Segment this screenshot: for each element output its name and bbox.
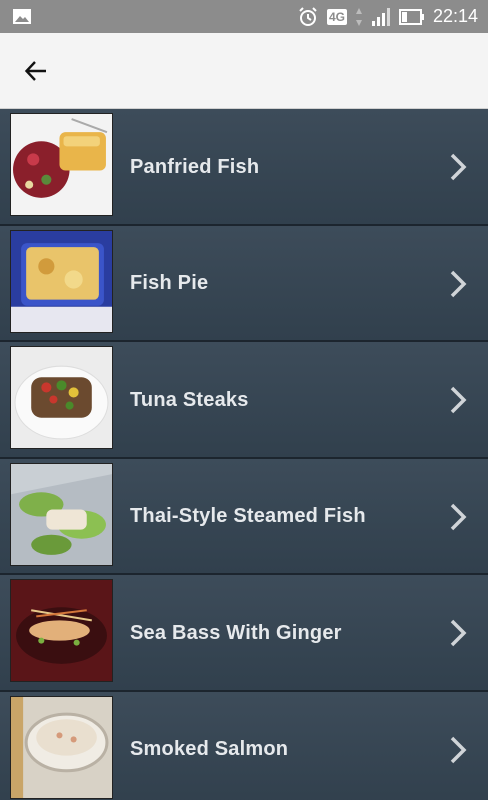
alarm-icon bbox=[299, 6, 317, 26]
recipe-list-item[interactable]: Thai-Style Steamed Fish bbox=[0, 458, 488, 575]
data-arrows-icon bbox=[355, 7, 362, 26]
chevron-right-icon bbox=[450, 270, 467, 297]
recipe-title: Sea Bass With Ginger bbox=[130, 621, 342, 644]
recipe-thumbnail bbox=[10, 695, 113, 799]
recipe-title: Fish Pie bbox=[130, 272, 209, 294]
chevron-right-icon bbox=[450, 619, 467, 647]
clock: 22:14 bbox=[432, 6, 478, 26]
network-type-badge: 4G bbox=[326, 8, 347, 25]
battery-icon bbox=[398, 8, 424, 25]
recipe-title: Panfried Fish bbox=[130, 155, 260, 178]
signal-icon bbox=[371, 7, 390, 26]
recipe-list-item[interactable]: Tuna Steaks bbox=[0, 342, 488, 459]
image-icon bbox=[13, 9, 31, 24]
recipe-title: Tuna Steaks bbox=[130, 388, 249, 411]
recipe-thumbnail bbox=[10, 229, 113, 333]
recipe-thumbnail bbox=[10, 113, 113, 216]
back-button[interactable] bbox=[16, 53, 56, 89]
recipe-list-item[interactable]: Panfried Fish bbox=[0, 109, 488, 226]
chevron-right-icon bbox=[450, 503, 467, 530]
recipe-title: Thai-Style Steamed Fish bbox=[130, 505, 366, 527]
chevron-right-icon bbox=[450, 153, 467, 181]
app-bar bbox=[0, 33, 488, 109]
recipe-list-item[interactable]: Sea Bass With Ginger bbox=[0, 575, 488, 692]
recipe-thumbnail bbox=[10, 579, 113, 682]
chevron-right-icon bbox=[450, 736, 467, 763]
recipe-list-item[interactable]: Smoked Salmon bbox=[0, 691, 488, 800]
recipe-thumbnail bbox=[10, 346, 113, 449]
status-bar: 4G 22:14 bbox=[0, 0, 488, 33]
recipe-list: Panfried Fish Fish Pie Tuna Steaks Thai-… bbox=[0, 109, 488, 800]
recipe-list-item[interactable]: Fish Pie bbox=[0, 225, 488, 342]
arrow-left-icon bbox=[24, 61, 46, 81]
chevron-right-icon bbox=[450, 386, 467, 414]
recipe-title: Smoked Salmon bbox=[130, 738, 289, 760]
recipe-thumbnail bbox=[10, 462, 113, 566]
